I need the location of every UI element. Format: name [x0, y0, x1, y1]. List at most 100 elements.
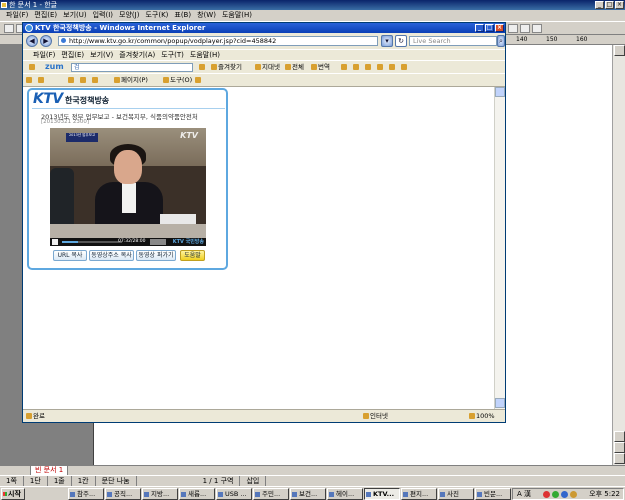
start-button[interactable]: 시작	[1, 488, 25, 500]
taskbar-button[interactable]: 새롭...	[179, 488, 215, 500]
zum-all[interactable]: 전체	[285, 61, 304, 73]
news-icon[interactable]	[353, 61, 360, 73]
pause-icon[interactable]	[52, 239, 58, 245]
favorites-star-icon[interactable]	[26, 74, 33, 87]
copy-url-button[interactable]: URL 복사	[53, 250, 87, 261]
ie-close-button[interactable]: ×	[495, 24, 504, 32]
ie-menu-view[interactable]: 보기(V)	[90, 50, 113, 60]
new-document-icon[interactable]	[4, 24, 14, 33]
refresh-icon[interactable]: ↻	[395, 35, 407, 47]
ie-scroll-up-icon[interactable]	[495, 87, 505, 97]
ie-maximize-button[interactable]: □	[485, 24, 494, 32]
ktv-channel-name: 한국정책방송	[65, 96, 110, 105]
hwp-vertical-scrollbar[interactable]	[612, 45, 625, 465]
hwp-window-title: 한 문서 1 - 한글	[9, 1, 58, 9]
live-search-input[interactable]: Live Search	[409, 36, 497, 46]
zum-favorites[interactable]: 즐겨찾기	[211, 61, 242, 73]
maximize-button[interactable]: □	[605, 1, 614, 9]
ie-menu-tools[interactable]: 도구(T)	[161, 50, 184, 60]
hwp-menu-tools[interactable]: 도구(K)	[145, 10, 168, 21]
video-watermark: KTV	[180, 131, 198, 140]
antivirus-icon[interactable]	[543, 491, 550, 498]
taskbar-button[interactable]: 공직...	[105, 488, 141, 500]
ie-minimize-button[interactable]: _	[475, 24, 484, 32]
mail-icon[interactable]	[341, 61, 348, 73]
status-zoom[interactable]: 100%	[469, 410, 495, 422]
taskbar-button[interactable]: 참주...	[68, 488, 104, 500]
seek-bar[interactable]	[62, 241, 122, 243]
style-icon[interactable]	[532, 24, 542, 33]
hwp-menu-table[interactable]: 표(B)	[174, 10, 191, 21]
tools-menu[interactable]: 도구(O)	[163, 74, 192, 87]
music-icon[interactable]	[389, 61, 396, 73]
status-zone-internet: 인터넷	[363, 410, 388, 422]
close-button[interactable]: ×	[615, 1, 624, 9]
video-player[interactable]: 2013년 업무보고 KTV 07:32/28:00 KTV 국민방송	[50, 128, 206, 246]
video-date: [20130321 2300]	[41, 119, 90, 125]
ie-menu-favorites[interactable]: 즐겨찾기(A)	[119, 50, 155, 60]
status-cell: 1칸	[72, 476, 96, 486]
ime-indicator[interactable]: A 漢	[517, 489, 531, 499]
toolbar-settings-icon[interactable]	[29, 61, 36, 73]
ie-menu-edit[interactable]: 편집(E)	[61, 50, 84, 60]
zum-map[interactable]: 지대넷	[255, 61, 280, 73]
clock[interactable]: 오후 5:22	[589, 489, 620, 499]
embed-video-button[interactable]: 동영상 퍼가기	[136, 250, 176, 261]
ie-scroll-down-icon[interactable]	[495, 398, 505, 408]
hwp-menu-format[interactable]: 모양(J)	[119, 10, 139, 21]
hwp-menu-insert[interactable]: 입력(I)	[93, 10, 113, 21]
taskbar-button[interactable]: USB ...	[216, 488, 252, 500]
format-icon[interactable]	[520, 24, 530, 33]
ie-menu-file[interactable]: 파일(F)	[33, 50, 55, 60]
copy-video-address-button[interactable]: 동영상주소 복사	[89, 250, 134, 261]
scroll-up-arrow-icon[interactable]	[614, 45, 625, 56]
taskbar-button[interactable]: 편지...	[401, 488, 437, 500]
ie-vertical-scrollbar[interactable]	[494, 87, 505, 409]
hwp-menu-file[interactable]: 파일(F)	[6, 10, 28, 21]
zum-search-input[interactable]: 검	[71, 63, 193, 72]
save-icon[interactable]	[377, 61, 384, 73]
hwp-menu-help[interactable]: 도움말(H)	[222, 10, 252, 21]
taskbar-button[interactable]: 빈문...	[475, 488, 511, 500]
volume-tray-icon[interactable]	[570, 491, 577, 498]
address-bar[interactable]: http://www.ktv.go.kr/common/popup/vodpla…	[58, 36, 378, 46]
minimize-button[interactable]: _	[595, 1, 604, 9]
help-icon[interactable]	[195, 74, 202, 87]
weather-icon[interactable]	[401, 61, 408, 73]
taskbar-button[interactable]: 주민...	[253, 488, 289, 500]
feeds-icon[interactable]	[80, 74, 87, 87]
scroll-next-page-icon[interactable]	[614, 442, 625, 453]
update-icon[interactable]	[561, 491, 568, 498]
hwp-document-tabs: 빈 문서 1	[0, 465, 625, 476]
network-icon[interactable]	[552, 491, 559, 498]
zoom-icon[interactable]	[508, 24, 518, 33]
hwp-menu-edit[interactable]: 편집(E)	[34, 10, 57, 21]
ie-menu-help[interactable]: 도움말(H)	[190, 50, 220, 60]
hwp-menu-view[interactable]: 보기(U)	[63, 10, 86, 21]
taskbar-button[interactable]: 지방...	[142, 488, 178, 500]
zum-search-button[interactable]	[199, 61, 206, 73]
ktv-logo[interactable]: KTV	[33, 91, 63, 107]
back-arrow-icon[interactable]: ◀	[26, 35, 38, 47]
scroll-down-arrow-icon[interactable]	[614, 453, 625, 464]
help-button[interactable]: 도움말	[180, 250, 205, 261]
home-icon[interactable]	[68, 74, 75, 87]
zum-translate[interactable]: 번역	[311, 61, 330, 73]
taskbar-button[interactable]: KTV...	[364, 488, 400, 500]
volume-icon[interactable]	[150, 239, 166, 245]
page-menu[interactable]: 페이지(P)	[114, 74, 148, 87]
blog-icon[interactable]	[365, 61, 372, 73]
taskbar-button[interactable]: 사진	[438, 488, 474, 500]
scroll-prev-page-icon[interactable]	[614, 431, 625, 442]
search-icon[interactable]: ⌕	[497, 35, 505, 47]
hwp-menu-bar: 파일(F) 편집(E) 보기(U) 입력(I) 모양(J) 도구(K) 표(B)…	[0, 10, 625, 21]
taskbar-button[interactable]: 보건...	[290, 488, 326, 500]
video-caption: 2013년 업무보고	[66, 133, 98, 142]
forward-arrow-icon[interactable]: ▶	[40, 35, 52, 47]
go-dropdown-icon[interactable]: ▾	[381, 35, 393, 47]
print-icon[interactable]	[92, 74, 99, 87]
hwp-menu-window[interactable]: 창(W)	[197, 10, 216, 21]
video-table	[50, 224, 206, 238]
taskbar-button[interactable]: 헤이...	[327, 488, 363, 500]
add-favorite-icon[interactable]	[38, 74, 45, 87]
